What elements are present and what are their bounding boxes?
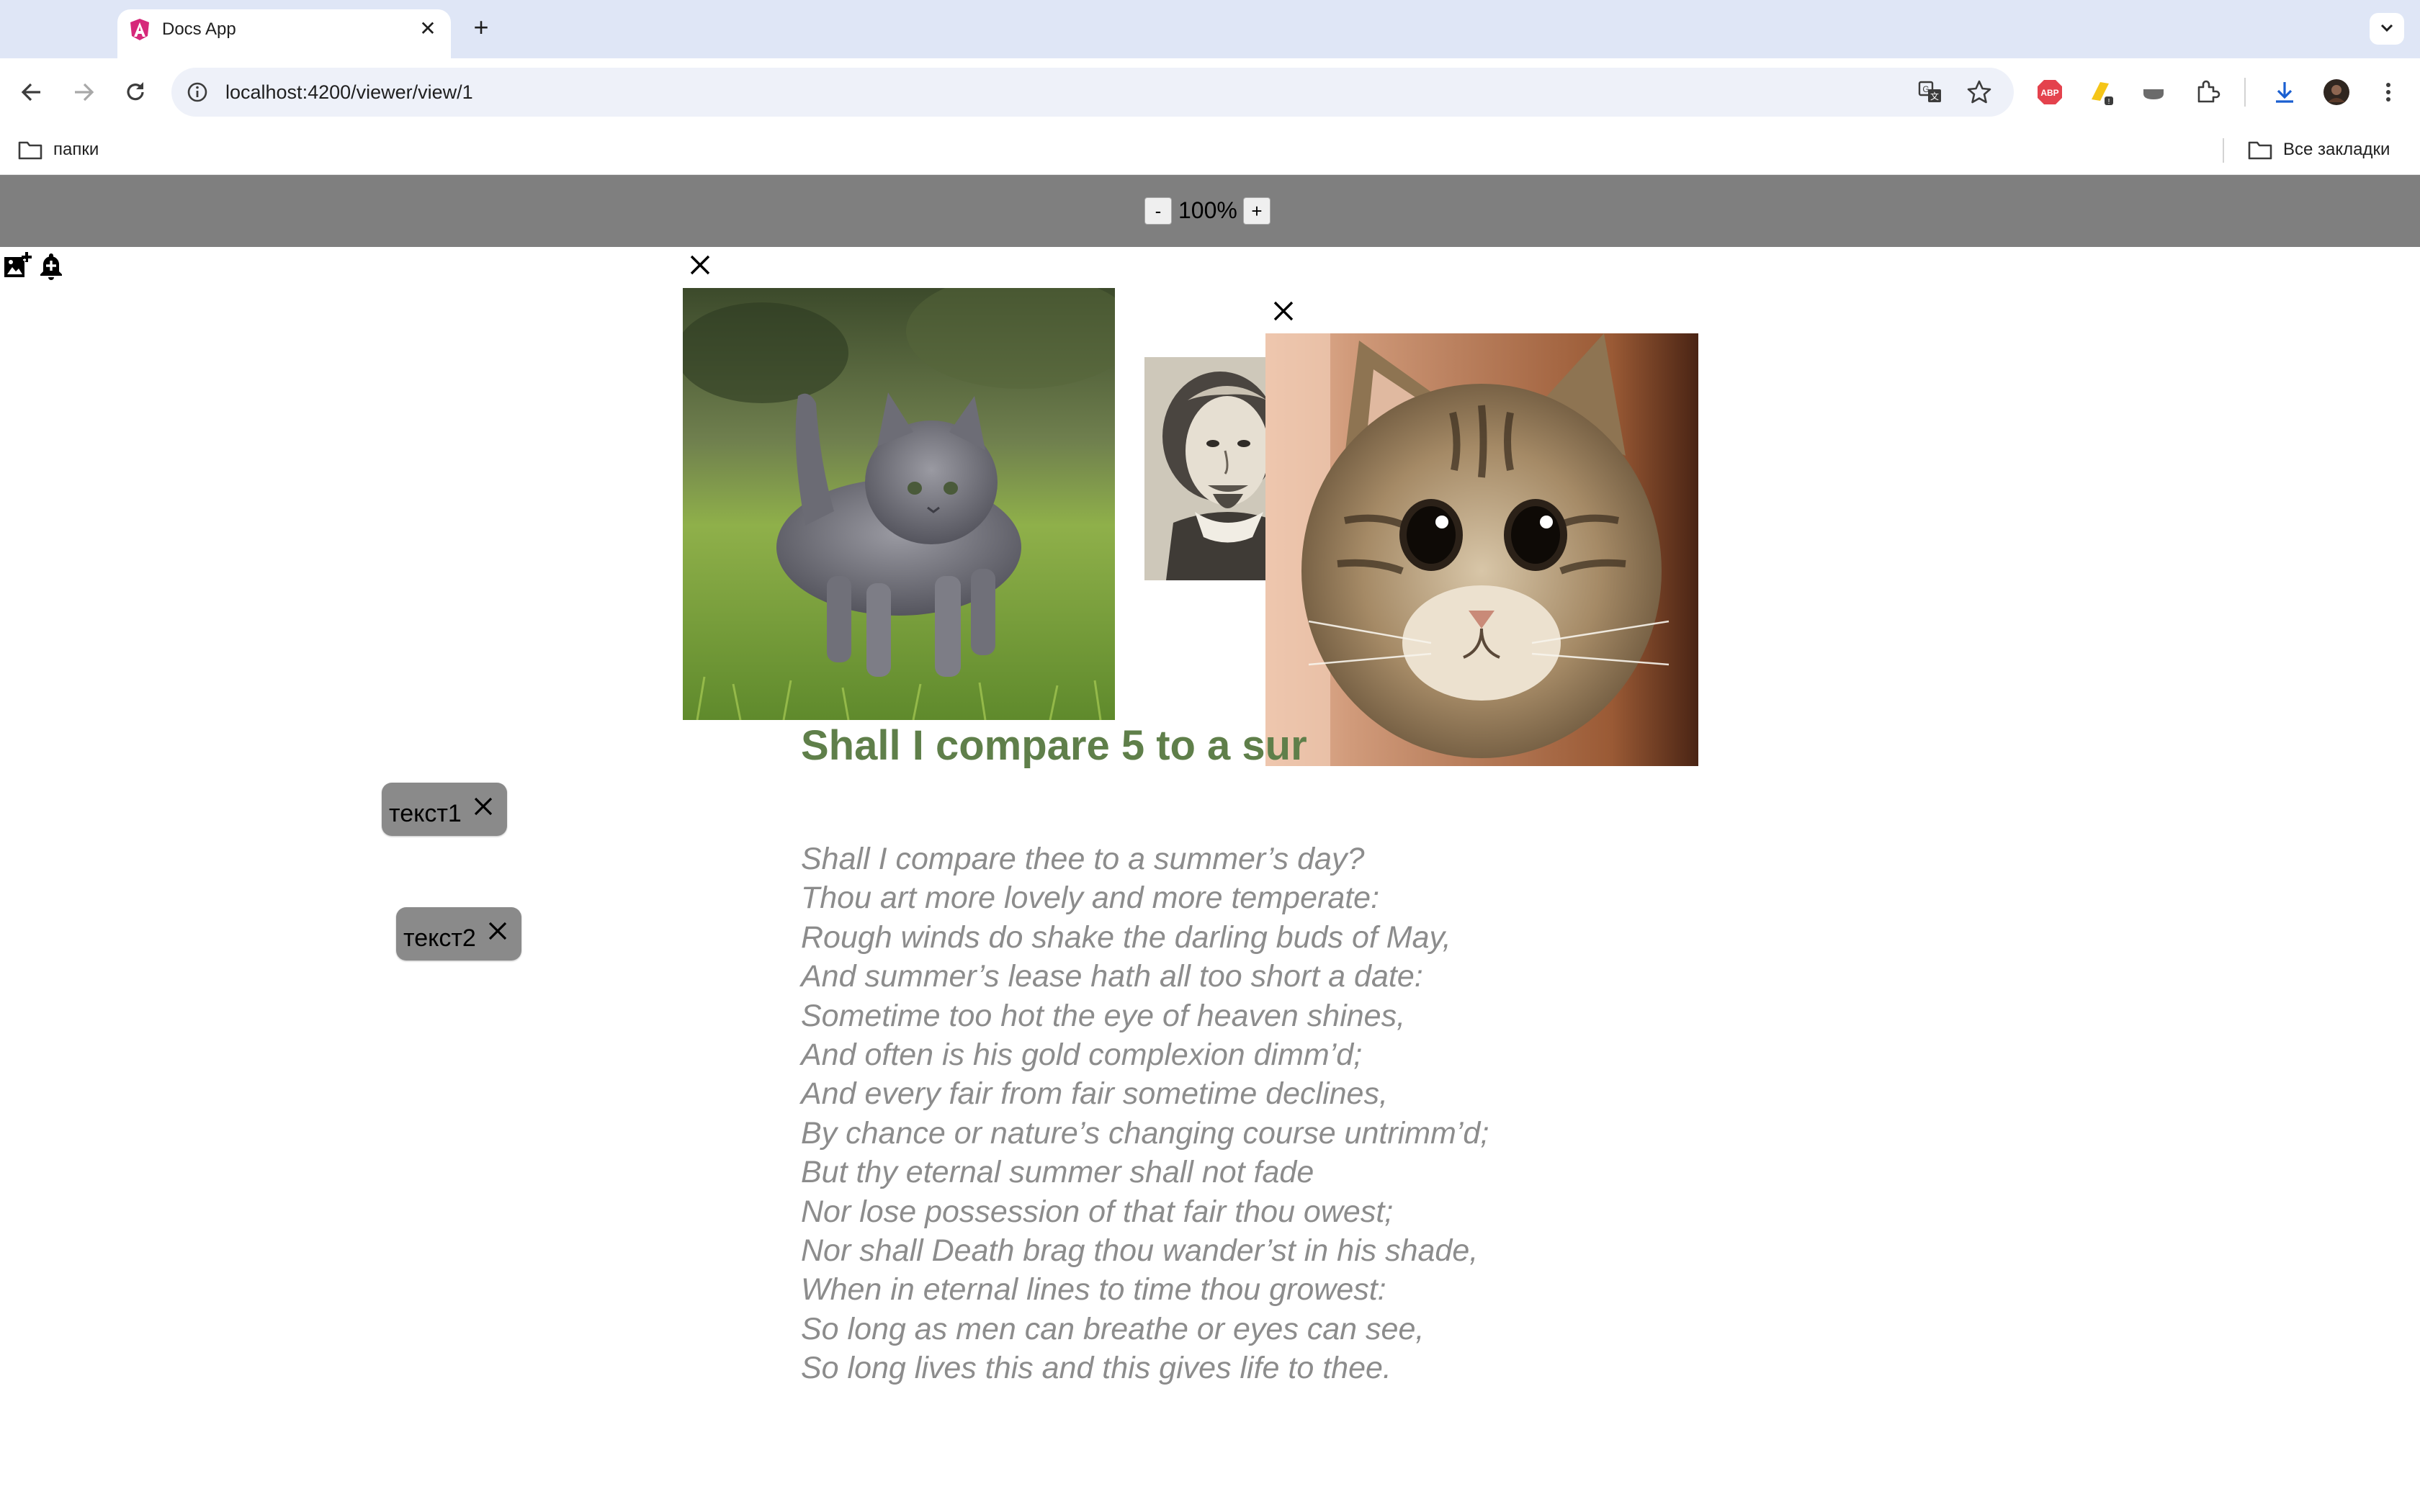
poem-line: Shall I compare thee to a summer’s day? [801, 842, 1365, 876]
poem-line: Nor shall Death brag thou wander’st in h… [801, 1233, 1479, 1269]
close-chip-2-icon[interactable] [484, 917, 511, 945]
text-chip-1[interactable]: текст1 [382, 783, 507, 836]
poem-line: By chance or nature’s changing course un… [801, 1115, 1489, 1151]
new-tab-icon[interactable]: + [468, 14, 494, 40]
adblock-icon[interactable]: ABP [2035, 78, 2064, 107]
extension-highlighter-icon[interactable]: ! [2086, 78, 2115, 107]
close-image-1-icon[interactable] [686, 251, 714, 279]
close-chip-1-icon[interactable] [470, 793, 497, 820]
tab-close-icon[interactable]: ✕ [416, 17, 439, 40]
bookmarks-bar [0, 126, 2420, 175]
close-image-3-icon[interactable] [1269, 297, 1298, 325]
folder-icon [2248, 141, 2272, 160]
zoom-in-button[interactable]: + [1243, 197, 1270, 225]
poem-line: So long lives this and this gives life t… [801, 1351, 1392, 1386]
kitten-image [683, 288, 1115, 720]
download-icon[interactable] [2270, 78, 2299, 107]
tabby-cat-image [1265, 333, 1698, 766]
translate-icon[interactable]: G 文 [1916, 78, 1945, 107]
kitten-photo[interactable] [683, 288, 1115, 720]
tab-search-button[interactable] [2370, 13, 2404, 45]
zoom-out-button[interactable]: - [1144, 197, 1172, 225]
angular-icon [130, 19, 149, 40]
text-chip-label: текст2 [403, 924, 476, 952]
bookmark-star-icon[interactable] [1965, 78, 1994, 107]
all-bookmarks[interactable]: Все закладки [2283, 137, 2390, 163]
bookmarks-divider [2223, 138, 2224, 163]
shakespeare-image [1144, 357, 1267, 580]
url-text[interactable]: localhost:4200/viewer/view/1 [225, 78, 473, 107]
forward-icon[interactable] [68, 76, 99, 108]
folder-icon [18, 141, 42, 160]
poem-line: And every fair from fair sometime declin… [801, 1076, 1388, 1112]
shakespeare-portrait[interactable] [1144, 357, 1267, 580]
tabby-cat-photo[interactable] [1265, 333, 1698, 766]
poem-line: When in eternal lines to time thou growe… [801, 1272, 1386, 1308]
poem-line: Nor lose possession of that fair thou ow… [801, 1194, 1394, 1229]
svg-text:文: 文 [1930, 91, 1939, 102]
zoom-level: 100% [1178, 197, 1237, 223]
svg-text:G: G [1922, 84, 1929, 94]
back-icon[interactable] [16, 76, 48, 108]
poem-line: Thou art more lovely and more temperate: [801, 881, 1380, 916]
tab-title: Docs App [162, 19, 236, 39]
add-image-icon[interactable] [2, 251, 32, 281]
document-heading[interactable]: Shall I compare 5 to a sur [801, 720, 1307, 772]
site-info-icon[interactable] [186, 81, 209, 104]
text-chip-label: текст1 [389, 800, 462, 827]
poem-line: So long as men can breathe or eyes can s… [801, 1311, 1425, 1346]
svg-text:!: ! [2108, 98, 2110, 106]
poem-line: And summer’s lease hath all too short a … [801, 959, 1423, 994]
reload-icon[interactable] [120, 76, 151, 108]
extension-tray-icon[interactable] [2139, 78, 2168, 107]
poem-line: And often is his gold complexion dimm’d; [801, 1038, 1363, 1073]
add-notification-icon[interactable] [36, 251, 66, 281]
bookmark-folder[interactable]: папки [53, 137, 99, 163]
chevron-down-icon [2380, 24, 2393, 32]
text-chip-2[interactable]: текст2 [396, 907, 521, 960]
poem-line: Sometime too hot the eye of heaven shine… [801, 998, 1406, 1033]
poem-line: But thy eternal summer shall not fade [801, 1155, 1314, 1190]
poem-text[interactable]: Shall I compare thee to a summer’s day? … [801, 840, 1489, 1388]
toolbar-divider [2244, 78, 2246, 107]
svg-text:ABP: ABP [2040, 88, 2058, 98]
extensions-puzzle-icon[interactable] [2192, 78, 2221, 107]
profile-avatar[interactable] [2322, 78, 2351, 107]
poem-line: Rough winds do shake the darling buds of… [801, 919, 1451, 955]
more-menu-icon[interactable] [2374, 78, 2403, 107]
